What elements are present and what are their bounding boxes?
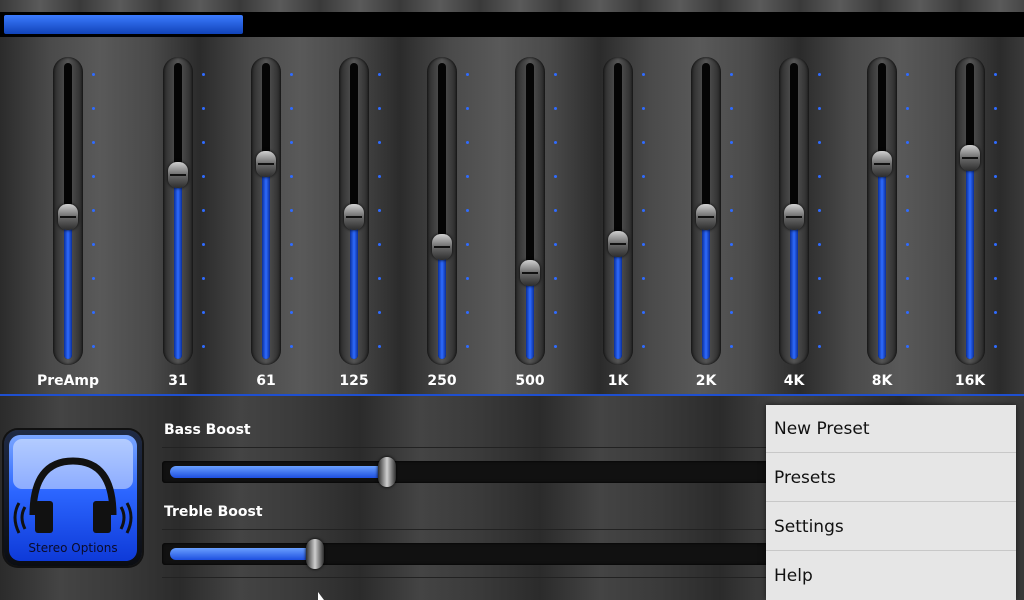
eq-slider-31[interactable] (163, 57, 193, 365)
eq-band-125: 125 (319, 37, 389, 394)
menu-item-presets[interactable]: Presets (766, 454, 1016, 502)
eq-band-250: 250 (407, 37, 477, 394)
bass-divider (162, 447, 782, 448)
eq-slider-fill (174, 175, 182, 359)
bass-boost-slider[interactable] (162, 457, 782, 487)
eq-slider-1k[interactable] (603, 57, 633, 365)
eq-band-label: 16K (954, 373, 986, 389)
eq-slider-16k[interactable] (955, 57, 985, 365)
eq-tick-dots (466, 73, 470, 353)
eq-slider-fill (966, 158, 974, 359)
eq-band-label: 8K (871, 373, 893, 389)
eq-slider-groove (526, 63, 534, 359)
eq-slider-handle[interactable] (432, 234, 452, 260)
eq-band-label: 125 (339, 373, 369, 389)
eq-slider-fill (702, 217, 710, 359)
options-menu: New Preset Presets Settings Help (766, 405, 1016, 600)
menu-item-settings[interactable]: Settings (766, 503, 1016, 551)
eq-slider-fill (614, 244, 622, 359)
eq-slider-fill (64, 217, 72, 359)
bass-boost-label: Bass Boost (164, 422, 251, 438)
eq-band-31: 31 (143, 37, 213, 394)
eq-slider-8k[interactable] (867, 57, 897, 365)
eq-slider-4k[interactable] (779, 57, 809, 365)
eq-slider-handle[interactable] (696, 204, 716, 230)
eq-slider-fill (878, 164, 886, 359)
eq-slider-500[interactable] (515, 57, 545, 365)
eq-tick-dots (994, 73, 998, 353)
eq-slider-handle[interactable] (344, 204, 364, 230)
stereo-options-label: Stereo Options (28, 541, 118, 555)
eq-slider-2k[interactable] (691, 57, 721, 365)
menu-item-new-preset[interactable]: New Preset (766, 405, 1016, 453)
eq-tick-dots (378, 73, 382, 353)
eq-tick-dots (202, 73, 206, 353)
eq-band-label: 4K (783, 373, 805, 389)
eq-tick-dots (92, 73, 96, 353)
eq-slider-handle[interactable] (520, 260, 540, 286)
eq-slider-fill (262, 164, 270, 359)
treble-boost-slider[interactable] (162, 539, 782, 569)
eq-slider-handle[interactable] (784, 204, 804, 230)
eq-slider-groove (878, 63, 886, 359)
bottom-divider (162, 577, 782, 578)
eq-slider-handle[interactable] (58, 204, 78, 230)
eq-slider-61[interactable] (251, 57, 281, 365)
bass-boost-handle[interactable] (378, 457, 396, 487)
eq-tick-dots (290, 73, 294, 353)
eq-tick-dots (554, 73, 558, 353)
eq-band-label: PreAmp (36, 373, 100, 389)
eq-slider-groove (174, 63, 182, 359)
treble-divider (162, 529, 782, 530)
eq-slider-groove (966, 63, 974, 359)
eq-band-500: 500 (495, 37, 565, 394)
stereo-options-button[interactable]: Stereo Options (4, 430, 142, 566)
eq-band-label: 1K (607, 373, 629, 389)
headphones-icon (13, 457, 133, 534)
eq-band-4k: 4K (759, 37, 829, 394)
eq-slider-fill (350, 217, 358, 359)
bass-boost-fill (170, 466, 387, 478)
progress-bar (0, 12, 1024, 37)
eq-slider-groove (614, 63, 622, 359)
eq-band-label: 31 (168, 373, 188, 389)
eq-tick-dots (730, 73, 734, 353)
eq-band-preamp: PreAmp (33, 37, 103, 394)
eq-slider-fill (790, 217, 798, 359)
eq-slider-handle[interactable] (608, 231, 628, 257)
eq-band-61: 61 (231, 37, 301, 394)
eq-slider-handle[interactable] (872, 151, 892, 177)
eq-band-1k: 1K (583, 37, 653, 394)
eq-slider-groove (262, 63, 270, 359)
eq-band-label: 61 (256, 373, 276, 389)
eq-tick-dots (818, 73, 822, 353)
eq-band-8k: 8K (847, 37, 917, 394)
treble-boost-fill (170, 548, 315, 560)
treble-boost-handle[interactable] (306, 539, 324, 569)
eq-band-2k: 2K (671, 37, 741, 394)
eq-slider-125[interactable] (339, 57, 369, 365)
mouse-cursor-icon (318, 592, 324, 600)
eq-slider-250[interactable] (427, 57, 457, 365)
menu-item-help[interactable]: Help (766, 552, 1016, 600)
treble-boost-label: Treble Boost (164, 504, 263, 520)
eq-slider-groove (438, 63, 446, 359)
eq-slider-handle[interactable] (168, 162, 188, 188)
equalizer-panel: PreAmp 31 61 125 250 500 1K 2K 4K 8K 16K (0, 37, 1024, 394)
progress-fill (4, 15, 243, 34)
eq-band-label: 500 (515, 373, 545, 389)
eq-tick-dots (642, 73, 646, 353)
top-bar (0, 0, 1024, 12)
eq-band-16k: 16K (935, 37, 1005, 394)
eq-slider-handle[interactable] (960, 145, 980, 171)
eq-slider-preamp[interactable] (53, 57, 83, 365)
eq-slider-fill (438, 247, 446, 359)
eq-band-label: 2K (695, 373, 717, 389)
eq-tick-dots (906, 73, 910, 353)
eq-slider-handle[interactable] (256, 151, 276, 177)
eq-band-label: 250 (427, 373, 457, 389)
